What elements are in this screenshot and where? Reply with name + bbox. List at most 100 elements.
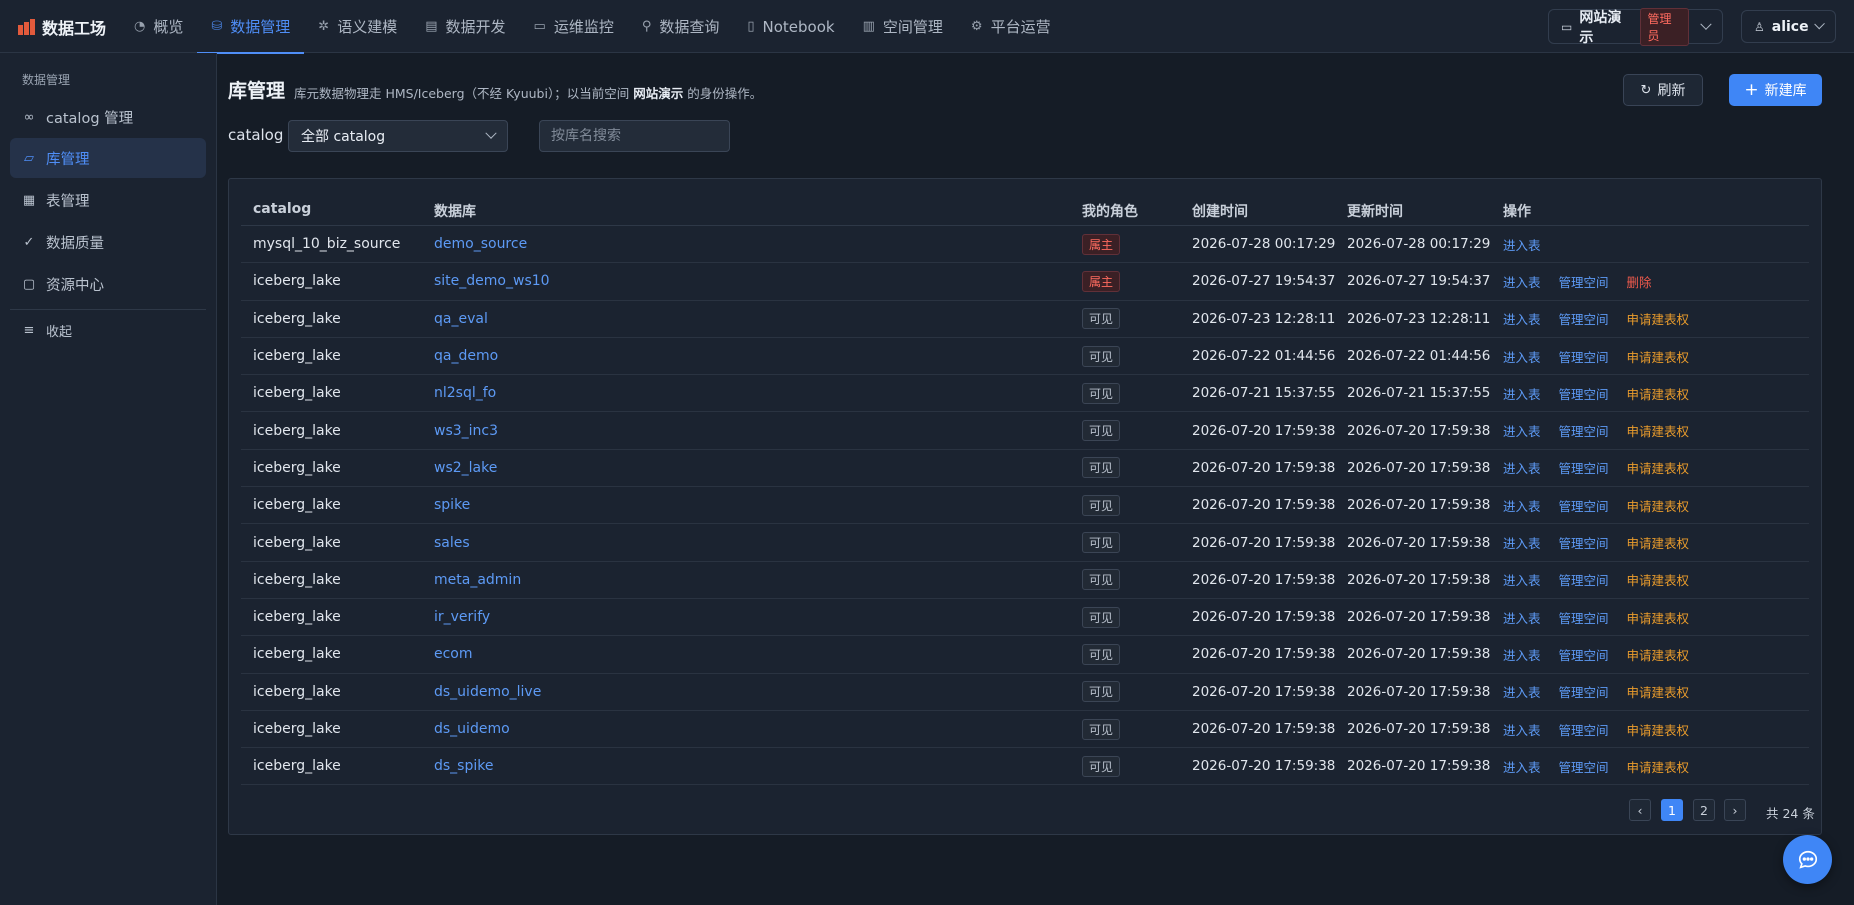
actions-cell: 进入表 管理空间 申请建表权 [1503, 711, 1689, 747]
manage-space-link[interactable]: 管理空间 [1559, 384, 1609, 403]
manage-space-link[interactable]: 管理空间 [1559, 496, 1609, 515]
request-create-table-link[interactable]: 申请建表权 [1627, 384, 1690, 403]
manage-space-link[interactable]: 管理空间 [1559, 757, 1609, 776]
request-create-table-link[interactable]: 申请建表权 [1627, 720, 1690, 739]
request-create-table-link[interactable]: 申请建表权 [1627, 458, 1690, 477]
page-button-1[interactable]: 1 [1661, 799, 1683, 821]
request-create-table-link[interactable]: 申请建表权 [1627, 309, 1690, 328]
table-row: iceberg_lake ds_uidemo 可见 2026-07-20 17:59:… [241, 711, 1809, 749]
database-link[interactable]: qa_eval [434, 301, 488, 337]
delete-link[interactable]: 删除 [1627, 272, 1652, 291]
database-table-card: catalog 数据库 我的角色 创建时间 更新时间 操作 mysql_10_b… [228, 178, 1822, 835]
enter-tables-link[interactable]: 进入表 [1503, 757, 1541, 776]
sidebar-item-tables[interactable]: ▦ 表管理 [10, 180, 206, 220]
manage-space-link[interactable]: 管理空间 [1559, 309, 1609, 328]
role-badge: 可见 [1082, 308, 1121, 330]
request-create-table-link[interactable]: 申请建表权 [1627, 608, 1690, 627]
request-create-table-link[interactable]: 申请建表权 [1627, 347, 1690, 366]
column-header-updated: 更新时间 [1347, 204, 1403, 220]
manage-space-link[interactable]: 管理空间 [1559, 421, 1609, 440]
actions-cell: 进入表 管理空间 申请建表权 [1503, 450, 1689, 486]
sidebar-collapse-button[interactable]: ≡ 收起 [10, 310, 206, 350]
role-badge: 可见 [1082, 755, 1121, 777]
enter-tables-link[interactable]: 进入表 [1503, 570, 1541, 589]
database-link[interactable]: ds_uidemo_live [434, 674, 541, 710]
database-link[interactable]: qa_demo [434, 338, 498, 374]
database-link[interactable]: ws2_lake [434, 450, 497, 486]
role-badge: 可见 [1082, 494, 1121, 516]
nav-item-ops-monitoring[interactable]: ▭ 运维监控 [520, 0, 628, 53]
enter-tables-link[interactable]: 进入表 [1503, 496, 1541, 515]
nav-item-semantic-modeling[interactable]: ✲ 语义建模 [304, 0, 411, 53]
chat-assistant-button[interactable] [1783, 835, 1832, 884]
database-link[interactable]: meta_admin [434, 562, 521, 598]
enter-tables-link[interactable]: 进入表 [1503, 533, 1541, 552]
manage-space-link[interactable]: 管理空间 [1559, 272, 1609, 291]
manage-space-link[interactable]: 管理空间 [1559, 720, 1609, 739]
prev-page-button[interactable]: ‹ [1629, 799, 1651, 821]
database-link[interactable]: sales [434, 524, 470, 560]
request-create-table-link[interactable]: 申请建表权 [1627, 496, 1690, 515]
manage-space-link[interactable]: 管理空间 [1559, 682, 1609, 701]
request-create-table-link[interactable]: 申请建表权 [1627, 570, 1690, 589]
nav-item-data-query[interactable]: ⚲ 数据查询 [628, 0, 734, 53]
database-link[interactable]: ds_uidemo [434, 711, 510, 747]
role-badge: 可见 [1082, 532, 1121, 554]
database-link[interactable]: nl2sql_fo [434, 375, 496, 411]
request-create-table-link[interactable]: 申请建表权 [1627, 682, 1690, 701]
nav-item-platform-ops[interactable]: ⚙ 平台运营 [957, 0, 1065, 53]
catalog-cell: iceberg_lake [253, 534, 341, 551]
next-page-button[interactable]: › [1724, 799, 1746, 821]
enter-tables-link[interactable]: 进入表 [1503, 235, 1541, 254]
nav-item-space-management[interactable]: ▥ 空间管理 [849, 0, 957, 53]
enter-tables-link[interactable]: 进入表 [1503, 272, 1541, 291]
updated-time-cell: 2026-07-23 12:28:11 [1347, 310, 1491, 327]
refresh-button[interactable]: ↻ 刷新 [1623, 74, 1703, 106]
enter-tables-link[interactable]: 进入表 [1503, 458, 1541, 477]
sidebar-item-data-quality[interactable]: ✓ 数据质量 [10, 222, 206, 262]
table-row: iceberg_lake site_demo_ws10 属主 2026-07-27 1… [241, 263, 1809, 301]
nav-item-data-development[interactable]: ▤ 数据开发 [411, 0, 519, 53]
enter-tables-link[interactable]: 进入表 [1503, 421, 1541, 440]
manage-space-link[interactable]: 管理空间 [1559, 608, 1609, 627]
manage-space-link[interactable]: 管理空间 [1559, 570, 1609, 589]
database-search-input[interactable] [539, 120, 730, 152]
request-create-table-link[interactable]: 申请建表权 [1627, 757, 1690, 776]
nav-item-data-management[interactable]: ⛁ 数据管理 [197, 0, 305, 54]
database-link[interactable]: demo_source [434, 226, 527, 262]
sidebar-item-catalog[interactable]: ∞ catalog 管理 [10, 97, 206, 137]
created-time-cell: 2026-07-21 15:37:55 [1192, 385, 1336, 402]
database-link[interactable]: ws3_inc3 [434, 413, 498, 449]
user-menu[interactable]: ♙ alice [1741, 10, 1836, 43]
sidebar-item-resource-center[interactable]: ▢ 资源中心 [10, 264, 206, 304]
enter-tables-link[interactable]: 进入表 [1503, 720, 1541, 739]
database-link[interactable]: spike [434, 487, 470, 523]
nav-item-overview[interactable]: ◔ 概览 [120, 0, 197, 53]
catalog-select[interactable]: 全部 catalog [288, 120, 508, 152]
page-button-2[interactable]: 2 [1693, 799, 1715, 821]
enter-tables-link[interactable]: 进入表 [1503, 309, 1541, 328]
app-brand[interactable]: 数据工场 [18, 0, 106, 53]
enter-tables-link[interactable]: 进入表 [1503, 645, 1541, 664]
request-create-table-link[interactable]: 申请建表权 [1627, 421, 1690, 440]
database-link[interactable]: site_demo_ws10 [434, 263, 550, 299]
enter-tables-link[interactable]: 进入表 [1503, 682, 1541, 701]
enter-tables-link[interactable]: 进入表 [1503, 384, 1541, 403]
request-create-table-link[interactable]: 申请建表权 [1627, 645, 1690, 664]
table-row: iceberg_lake ws3_inc3 可见 2026-07-20 17:59:3… [241, 413, 1809, 450]
manage-space-link[interactable]: 管理空间 [1559, 645, 1609, 664]
manage-space-link[interactable]: 管理空间 [1559, 347, 1609, 366]
enter-tables-link[interactable]: 进入表 [1503, 608, 1541, 627]
sidebar-item-databases[interactable]: ▱ 库管理 [10, 138, 206, 178]
new-database-button[interactable]: + 新建库 [1729, 74, 1822, 106]
updated-time-cell: 2026-07-20 17:59:38 [1347, 497, 1491, 514]
manage-space-link[interactable]: 管理空间 [1559, 458, 1609, 477]
manage-space-link[interactable]: 管理空间 [1559, 533, 1609, 552]
database-link[interactable]: ir_verify [434, 599, 490, 635]
workspace-switcher[interactable]: ▭ 网站演示 管理员 [1548, 7, 1723, 46]
database-link[interactable]: ecom [434, 636, 473, 672]
request-create-table-link[interactable]: 申请建表权 [1627, 533, 1690, 552]
enter-tables-link[interactable]: 进入表 [1503, 347, 1541, 366]
database-link[interactable]: ds_spike [434, 748, 493, 784]
nav-item-notebook[interactable]: ▯ Notebook [733, 0, 848, 53]
